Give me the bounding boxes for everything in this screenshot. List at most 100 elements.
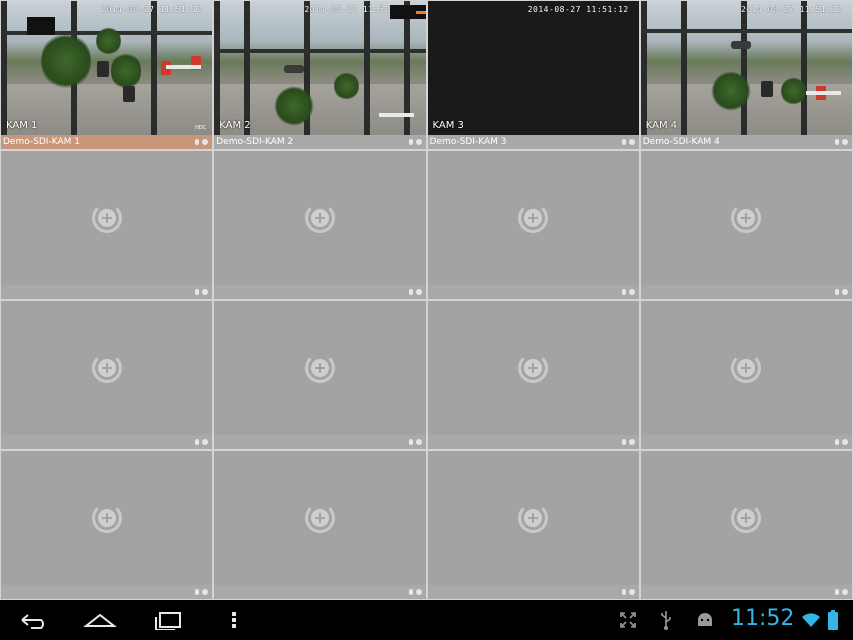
mic-icon: [835, 589, 839, 595]
camera-label: Demo-SDI-KAM 4: [642, 137, 720, 147]
add-camera-icon[interactable]: [304, 503, 335, 533]
add-camera-icon[interactable]: [91, 203, 122, 233]
mic-icon: [408, 289, 413, 295]
camera-osd-name: KAM 4: [645, 120, 678, 131]
mic-icon: [195, 289, 200, 295]
add-camera-icon[interactable]: [518, 353, 549, 383]
mic-icon: [408, 589, 413, 595]
empty-slot[interactable]: [1, 451, 213, 599]
camera-feed-3[interactable]: 2014-08-27 11:51:12 KAM 3: [427, 1, 639, 135]
camera-tile-2[interactable]: 2014-08-27 11:51 KAM 2 Demo-SDI-KAM 2: [214, 1, 426, 149]
record-indicator-icon: [415, 139, 422, 145]
add-camera-icon[interactable]: [731, 203, 762, 233]
empty-slot[interactable]: [640, 301, 852, 449]
add-camera-icon[interactable]: [731, 503, 762, 533]
fullscreen-icon[interactable]: [617, 610, 639, 630]
record-indicator-icon: [842, 139, 848, 145]
slot-label-bar: [427, 435, 639, 449]
mic-icon: [195, 439, 200, 445]
empty-slot[interactable]: [640, 451, 852, 599]
empty-slot[interactable]: [427, 301, 639, 449]
mic-icon: [621, 139, 626, 145]
camera-osd-name: KAM 1: [6, 120, 38, 131]
mic-icon: [621, 439, 626, 445]
mic-icon: [835, 439, 839, 445]
battery-icon: [826, 610, 840, 630]
empty-slot[interactable]: [1, 151, 213, 299]
home-icon[interactable]: [80, 608, 120, 632]
empty-slot[interactable]: [214, 451, 426, 599]
camera-osd-name: KAM 3: [432, 120, 464, 131]
camera-feed-1[interactable]: 2014-08-27 11:51:12 KAM 1 HDC: [1, 1, 213, 135]
system-bar: 11:52: [0, 600, 853, 640]
recent-apps-icon[interactable]: [148, 608, 188, 632]
record-indicator-icon: [628, 139, 635, 145]
camera-osd-name: KAM 2: [219, 120, 251, 131]
slot-label-bar: [1, 435, 213, 449]
android-debug-icon: [694, 610, 716, 630]
camera-label-bar[interactable]: Demo-SDI-KAM 1: [1, 135, 213, 149]
slot-label-bar: [427, 285, 639, 299]
camera-tile-3[interactable]: 2014-08-27 11:51:12 KAM 3 Demo-SDI-KAM 3: [427, 1, 639, 149]
timestamp-overlay: 2014-08-27 11:51:12: [101, 5, 203, 14]
camera-tile-1[interactable]: 2014-08-27 11:51:12 KAM 1 HDC Demo-SDI-K…: [1, 1, 213, 149]
mic-icon: [621, 289, 626, 295]
osd-status-bar: [390, 5, 426, 19]
slot-label-bar: [640, 585, 852, 599]
camera-label-bar[interactable]: Demo-SDI-KAM 3: [427, 135, 639, 149]
add-camera-icon[interactable]: [304, 353, 335, 383]
camera-feed-4[interactable]: 2014-08-27 11:51:12 KAM 4: [640, 1, 852, 135]
add-camera-icon[interactable]: [91, 503, 122, 533]
camera-grid: 2014-08-27 11:51:12 KAM 1 HDC Demo-SDI-K…: [0, 0, 853, 600]
record-indicator-icon: [842, 589, 848, 595]
empty-slot[interactable]: [214, 301, 426, 449]
empty-slot[interactable]: [427, 451, 639, 599]
camera-feed-2[interactable]: 2014-08-27 11:51 KAM 2: [214, 1, 426, 135]
mic-icon: [408, 439, 413, 445]
record-indicator-icon: [842, 439, 848, 445]
slot-label-bar: [1, 285, 213, 299]
add-camera-icon[interactable]: [518, 503, 549, 533]
record-indicator-icon: [415, 289, 422, 295]
add-camera-icon[interactable]: [731, 353, 762, 383]
empty-slot[interactable]: [214, 151, 426, 299]
record-indicator-icon: [628, 289, 635, 295]
empty-slot[interactable]: [1, 301, 213, 449]
slot-label-bar: [214, 435, 426, 449]
timestamp-overlay: 2014-08-27 11:51:12: [527, 5, 629, 14]
add-camera-icon[interactable]: [518, 203, 549, 233]
mic-icon: [408, 139, 413, 145]
mic-icon: [195, 589, 200, 595]
slot-label-bar: [427, 585, 639, 599]
camera-label: Demo-SDI-KAM 1: [3, 137, 80, 147]
slot-label-bar: [640, 285, 852, 299]
record-indicator-icon: [628, 589, 635, 595]
usb-icon: [656, 610, 676, 630]
camera-label-bar[interactable]: Demo-SDI-KAM 4: [640, 135, 852, 149]
slot-label-bar: [214, 585, 426, 599]
record-indicator-icon: [628, 439, 635, 445]
slot-label-bar: [640, 435, 852, 449]
camera-tile-4[interactable]: 2014-08-27 11:51:12 KAM 4 Demo-SDI-KAM 4: [640, 1, 852, 149]
empty-slot[interactable]: [427, 151, 639, 299]
mic-icon: [835, 289, 839, 295]
menu-icon[interactable]: [214, 608, 254, 632]
record-indicator-icon: [842, 289, 848, 295]
mic-icon: [621, 589, 626, 595]
add-camera-icon[interactable]: [91, 353, 122, 383]
camera-label: Demo-SDI-KAM 3: [429, 137, 507, 147]
mic-icon: [195, 139, 200, 145]
record-indicator-icon: [415, 589, 422, 595]
add-camera-icon[interactable]: [304, 203, 335, 233]
back-icon[interactable]: [14, 608, 54, 632]
record-indicator-icon: [202, 139, 209, 145]
slot-label-bar: [1, 585, 213, 599]
slot-label-bar: [214, 285, 426, 299]
record-indicator-icon: [202, 589, 209, 595]
record-indicator-icon: [202, 439, 209, 445]
hdc-badge: HDC: [195, 125, 207, 131]
wifi-icon: [800, 610, 822, 630]
status-clock: 11:52: [731, 606, 795, 631]
empty-slot[interactable]: [640, 151, 852, 299]
camera-label-bar[interactable]: Demo-SDI-KAM 2: [214, 135, 426, 149]
